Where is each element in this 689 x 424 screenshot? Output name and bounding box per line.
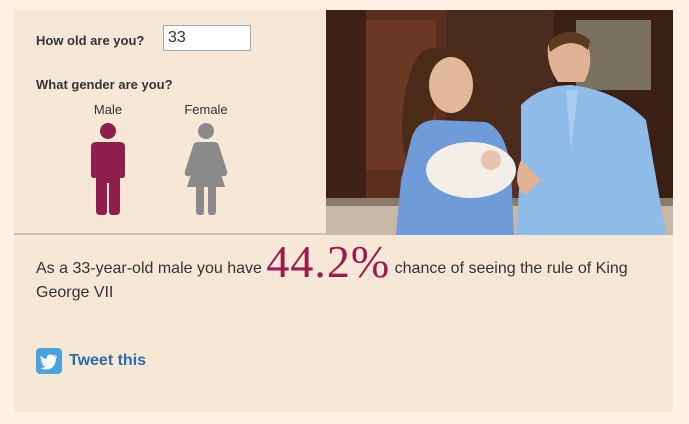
gender-male-label: Male bbox=[93, 102, 123, 117]
result-prefix: As a 33-year-old male you have bbox=[36, 260, 262, 277]
input-panel: How old are you? What gender are you? Ma… bbox=[14, 10, 673, 235]
age-question: How old are you? bbox=[36, 33, 145, 48]
age-input[interactable] bbox=[163, 25, 251, 51]
royal-family-photo bbox=[326, 10, 673, 235]
gender-question: What gender are you? bbox=[36, 77, 173, 92]
gender-female-label: Female bbox=[184, 102, 228, 117]
tweet-label: Tweet this bbox=[69, 352, 147, 369]
result-percentage: 44.2% bbox=[266, 236, 391, 287]
female-figure-icon bbox=[184, 123, 228, 215]
tweet-this-button[interactable]: Tweet this bbox=[36, 348, 146, 374]
calculator-card: How old are you? What gender are you? Ma… bbox=[14, 10, 673, 412]
result-statement: As a 33-year-old male you have 44.2% cha… bbox=[36, 239, 656, 305]
twitter-bird-icon bbox=[36, 348, 62, 374]
gender-option-female[interactable]: Female bbox=[176, 102, 236, 217]
gender-option-male[interactable]: Male bbox=[78, 102, 138, 217]
male-figure-icon bbox=[91, 123, 125, 215]
